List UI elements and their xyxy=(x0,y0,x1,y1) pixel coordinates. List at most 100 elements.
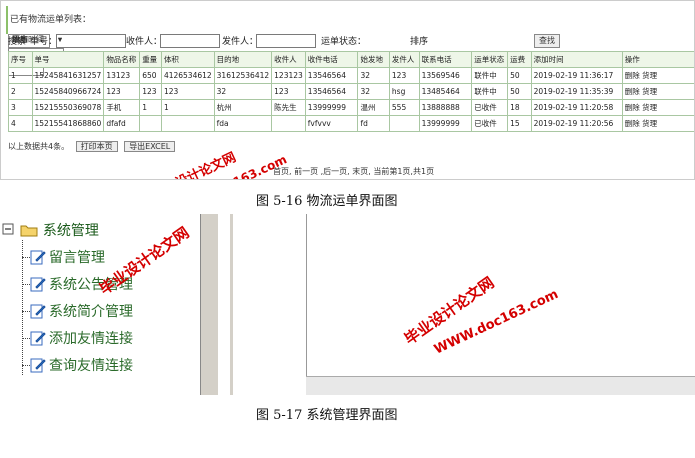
table-cell: 温州 xyxy=(357,99,390,116)
collapse-icon[interactable] xyxy=(2,223,16,237)
column-header: 目的地 xyxy=(213,51,273,68)
table-cell: 32 xyxy=(357,83,390,100)
table-cell: 2019-02-19 11:36:17 xyxy=(530,67,623,84)
table-cell: 123123 xyxy=(271,67,306,84)
splitter-panel xyxy=(200,214,218,395)
table-cell: 123 xyxy=(103,83,141,100)
table-cell: 13888888 xyxy=(418,99,473,116)
row-actions[interactable]: 删除 货理 xyxy=(621,83,695,100)
search-button[interactable]: 查找 xyxy=(534,34,560,48)
table-cell: 陈先生 xyxy=(271,99,306,116)
table-cell: 2 xyxy=(8,83,33,100)
receiver-input[interactable] xyxy=(160,34,220,48)
column-header: 收件电话 xyxy=(304,51,359,68)
edit-icon xyxy=(30,250,46,265)
table-cell: 联件中 xyxy=(471,67,509,84)
receiver-label: 收件人： xyxy=(126,37,163,47)
table-cell xyxy=(271,115,306,132)
column-header: 序号 xyxy=(8,51,33,68)
table-row: 2 15245840966724 123 123 123 32 123 13546564 32 h… xyxy=(8,83,695,100)
table-cell: fvfvvv xyxy=(304,115,359,132)
tree-line xyxy=(22,240,23,375)
column-header: 运单状态 xyxy=(471,51,509,68)
table-cell: 123 xyxy=(160,83,215,100)
column-header: 物品名称 xyxy=(103,51,141,68)
table-cell: 1 xyxy=(160,99,215,116)
tree-root[interactable]: 系统管理 xyxy=(2,220,99,240)
tree-item-label: 留言管理 xyxy=(49,250,105,266)
export-excel-button[interactable]: 导出EXCEL xyxy=(124,141,176,152)
table-cell: 4126534612 xyxy=(160,67,215,84)
column-header: 添加时间 xyxy=(530,51,623,68)
row-actions[interactable]: 删除 货理 xyxy=(621,67,695,84)
print-button[interactable]: 打印本页 xyxy=(75,141,118,152)
figure-caption-5-17: 图 5-17 系统管理界面图 xyxy=(256,408,398,423)
table-cell: 13999999 xyxy=(304,99,359,116)
table-cell: 4 xyxy=(8,115,33,132)
table-row: 3 15215550369078 手机 1 1 杭州 陈先生 13999999 温州 555 138… xyxy=(8,99,695,116)
table-cell: 13123 xyxy=(103,67,141,84)
edit-icon xyxy=(30,331,46,346)
table-cell: 32 xyxy=(213,83,273,100)
table-cell: 18 xyxy=(507,99,532,116)
table-cell xyxy=(388,115,420,132)
tree-item[interactable]: 系统简介管理 xyxy=(30,301,133,323)
tree-item-label: 添加友情连接 xyxy=(49,331,133,347)
edit-icon xyxy=(30,277,46,292)
tree-item[interactable]: 留言管理 xyxy=(30,247,105,269)
edit-icon xyxy=(30,304,46,319)
table-cell: 15245841631257 xyxy=(31,67,105,84)
table-cell: 杭州 xyxy=(213,99,273,116)
table-cell: 123 xyxy=(139,83,162,100)
table-cell: 31612536412 xyxy=(213,67,273,84)
table-cell: dfafd xyxy=(103,115,141,132)
edit-icon xyxy=(30,358,46,373)
tree-item[interactable]: 添加友情连接 xyxy=(30,328,133,350)
table-cell: 15215550369078 xyxy=(31,99,105,116)
table-row: 4 15215541868860 dfafd fda fvfvvv fd 13999999 已… xyxy=(8,115,695,132)
waybill-list-screenshot: 已有物流运单列表： 搜索 单号： 收件人： 发件人： 运单状态： 所有 排序 添… xyxy=(0,0,695,180)
table-cell: 1 xyxy=(139,99,162,116)
table-cell: 15215541868860 xyxy=(31,115,105,132)
table-cell: 2019-02-19 11:20:56 xyxy=(530,115,623,132)
table-row: 1 15245841631257 13123 650 4126534612 3161253… xyxy=(8,67,695,84)
table-cell: 13485464 xyxy=(418,83,473,100)
column-header: 体积 xyxy=(160,51,215,68)
column-header: 重量 xyxy=(139,51,162,68)
table-cell: 已收件 xyxy=(471,99,509,116)
table-footer: 以上数据共4条。 打印本页 导出EXCEL xyxy=(8,141,176,153)
table-cell: 50 xyxy=(507,83,532,100)
tree-item-label: 系统简介管理 xyxy=(49,304,133,320)
table-cell: 3 xyxy=(8,99,33,116)
table-cell: fda xyxy=(213,115,273,132)
search-bar: 搜索 单号： 收件人： 发件人： 运单状态： 所有 排序 添加时间 降序 查找 xyxy=(8,34,560,76)
row-actions[interactable]: 删除 货理 xyxy=(621,115,695,132)
table-cell: 50 xyxy=(507,67,532,84)
tree-root-label: 系统管理 xyxy=(42,223,99,239)
content-divider xyxy=(230,214,233,395)
table-header-row: 序号 单号 物品名称 重量 体积 目的地 收件人 收件电话 始发地 发件人 联系电话 运单状态 运费 添加… xyxy=(8,51,695,68)
table-cell: 已收件 xyxy=(471,115,509,132)
table-cell: 2019-02-19 11:20:58 xyxy=(530,99,623,116)
table-cell: 555 xyxy=(388,99,420,116)
table-cell: hsg xyxy=(388,83,420,100)
sender-input[interactable] xyxy=(256,34,316,48)
column-header: 操作 xyxy=(621,51,695,68)
table-cell: 联件中 xyxy=(471,83,509,100)
table-cell xyxy=(160,115,215,132)
table-cell: 123 xyxy=(271,83,306,100)
waybill-no-input[interactable] xyxy=(56,34,126,48)
pagination[interactable]: 首页, 前一页 ,后一页, 末页, 当前第1页,共1页 xyxy=(273,166,434,177)
column-header: 收件人 xyxy=(271,51,306,68)
table-cell: 32 xyxy=(357,67,390,84)
tree-item[interactable]: 查询友情连接 xyxy=(30,355,133,377)
table-cell: 123 xyxy=(388,67,420,84)
column-header: 运费 xyxy=(507,51,532,68)
content-footer-bar xyxy=(306,376,695,395)
record-count: 以上数据共4条。 xyxy=(8,142,70,151)
tree-item-label: 查询友情连接 xyxy=(49,358,133,374)
figure-caption-5-16: 图 5-16 物流运单界面图 xyxy=(256,194,398,209)
column-header: 始发地 xyxy=(357,51,390,68)
table-cell: 13546564 xyxy=(304,67,359,84)
row-actions[interactable]: 删除 货理 xyxy=(621,99,695,116)
